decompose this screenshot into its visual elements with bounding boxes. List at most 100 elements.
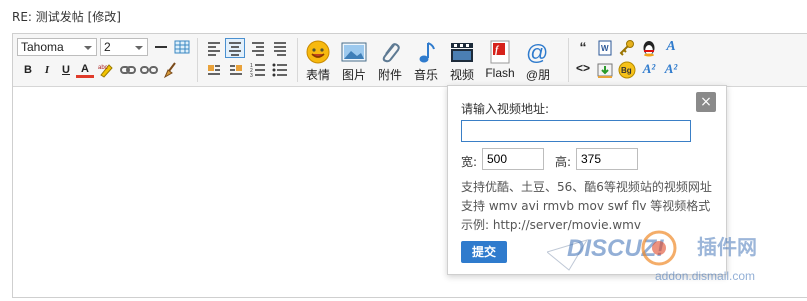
- download-icon: [597, 63, 613, 78]
- music-note-icon: [413, 40, 439, 64]
- clapperboard-icon: [449, 40, 475, 64]
- height-label: 高:: [555, 155, 572, 169]
- image-button[interactable]: 图片: [337, 40, 371, 84]
- mention-button[interactable]: @ @朋: [521, 40, 555, 84]
- toolbar-separator: [568, 38, 569, 82]
- page-title: RE: 测试发帖 [修改]: [12, 10, 121, 24]
- video-button[interactable]: 视频: [445, 40, 479, 84]
- superscript-button[interactable]: A²: [640, 61, 658, 79]
- width-label: 宽:: [461, 155, 478, 169]
- free-content-button[interactable]: [596, 61, 614, 79]
- align-right-button[interactable]: [249, 39, 267, 57]
- align-left-button[interactable]: [205, 39, 223, 57]
- svg-text:@: @: [526, 40, 548, 64]
- chevron-down-icon: [84, 46, 92, 50]
- image-label: 图片: [341, 68, 366, 82]
- float-left-icon: [208, 65, 220, 75]
- smiley-icon: [305, 40, 331, 64]
- link-button[interactable]: [119, 61, 137, 79]
- flash-icon: f: [487, 40, 513, 64]
- toolbar-separator: [297, 38, 298, 82]
- mention-label: @朋: [525, 68, 551, 82]
- svg-text:Bg: Bg: [621, 66, 632, 75]
- word-icon: W: [598, 40, 612, 56]
- svg-text:abc: abc: [98, 65, 108, 71]
- flash-label: Flash: [485, 66, 515, 80]
- qq-penguin-icon: [643, 41, 655, 57]
- align-left-icon: [208, 42, 220, 56]
- editor-toolbar: Tahoma 2 B I U A abc 1 2 3 表情 图片 附件 音乐 视…: [13, 34, 807, 87]
- support-formats-text: 支持 wmv avi rmvb mov swf flv 等视频格式: [461, 199, 711, 213]
- key-icon: [619, 40, 634, 56]
- height-input[interactable]: [576, 148, 638, 170]
- quote-icon: “: [579, 39, 587, 55]
- code-icon: <>: [575, 61, 590, 75]
- submit-button[interactable]: 提交: [461, 241, 507, 263]
- hide-content-button[interactable]: [618, 39, 636, 57]
- subscript-icon: A²: [664, 61, 678, 76]
- svg-text:3: 3: [250, 73, 253, 79]
- highlighter-icon: abc: [98, 64, 113, 78]
- font-size-select[interactable]: 2: [100, 38, 148, 56]
- font-color-button[interactable]: A: [76, 60, 94, 78]
- clear-format-button[interactable]: [162, 61, 180, 79]
- example-text: 示例: http://server/movie.wmv: [461, 218, 641, 232]
- italic-button[interactable]: I: [38, 61, 56, 79]
- align-right-icon: [252, 42, 264, 56]
- music-button[interactable]: 音乐: [409, 40, 443, 84]
- support-sites-text: 支持优酷、土豆、56、酷6等视频站的视频网址: [461, 180, 712, 194]
- bg-icon: Bg: [618, 61, 636, 79]
- video-url-input[interactable]: [461, 120, 691, 142]
- chevron-down-icon: [135, 46, 143, 50]
- code-button[interactable]: <>: [574, 61, 592, 79]
- smiley-label: 表情: [305, 68, 330, 82]
- font-family-select[interactable]: Tahoma: [17, 38, 97, 56]
- table-icon: [174, 40, 190, 54]
- video-url-dialog: × 请输入视频地址: 宽: 高: 支持优酷、土豆、56、酷6等视频站的视频网址 …: [447, 85, 727, 275]
- highlight-button[interactable]: abc: [97, 61, 115, 79]
- attachment-button[interactable]: 附件: [373, 40, 407, 84]
- bold-button[interactable]: B: [19, 61, 37, 79]
- superscript-icon: A²: [642, 61, 656, 76]
- unordered-list-button[interactable]: [271, 61, 289, 79]
- svg-text:W: W: [601, 44, 609, 53]
- subscript-button[interactable]: A²: [662, 61, 680, 79]
- unlink-button[interactable]: [140, 61, 158, 79]
- image-icon: [341, 40, 367, 64]
- quote-button[interactable]: “: [574, 39, 592, 57]
- float-right-button[interactable]: [227, 61, 245, 79]
- font-style-button[interactable]: A: [662, 39, 680, 57]
- paperclip-icon: [377, 40, 403, 64]
- align-center-button[interactable]: [225, 38, 245, 58]
- video-label: 视频: [449, 68, 474, 82]
- word-paste-button[interactable]: W: [596, 39, 614, 57]
- justify-icon: [274, 42, 286, 56]
- ordered-list-icon: 123: [250, 63, 265, 79]
- close-icon[interactable]: ×: [696, 92, 716, 112]
- at-icon: @: [525, 40, 551, 65]
- unlink-icon: [140, 66, 158, 74]
- horizontal-rule-button[interactable]: [153, 39, 169, 55]
- width-input[interactable]: [482, 148, 544, 170]
- font-family-value: Tahoma: [21, 40, 64, 54]
- table-button[interactable]: [174, 39, 190, 55]
- justify-button[interactable]: [271, 39, 289, 57]
- bullet-list-icon: [272, 63, 287, 77]
- smiley-button[interactable]: 表情: [301, 40, 335, 84]
- float-left-button[interactable]: [205, 61, 223, 79]
- underline-button[interactable]: U: [57, 61, 75, 79]
- align-center-icon: [229, 42, 241, 56]
- qq-button[interactable]: [640, 39, 658, 57]
- attachment-label: 附件: [377, 68, 402, 82]
- background-button[interactable]: Bg: [618, 61, 636, 79]
- ordered-list-button[interactable]: 123: [249, 61, 267, 79]
- font-size-value: 2: [104, 40, 111, 54]
- toolbar-separator: [197, 38, 198, 82]
- font-a-icon: A: [666, 39, 676, 54]
- float-right-icon: [230, 65, 242, 75]
- link-icon: [120, 66, 136, 74]
- flash-button[interactable]: f Flash: [483, 40, 517, 84]
- broom-icon: [163, 62, 176, 79]
- video-url-label: 请输入视频地址:: [461, 102, 550, 116]
- hr-icon: [155, 46, 167, 48]
